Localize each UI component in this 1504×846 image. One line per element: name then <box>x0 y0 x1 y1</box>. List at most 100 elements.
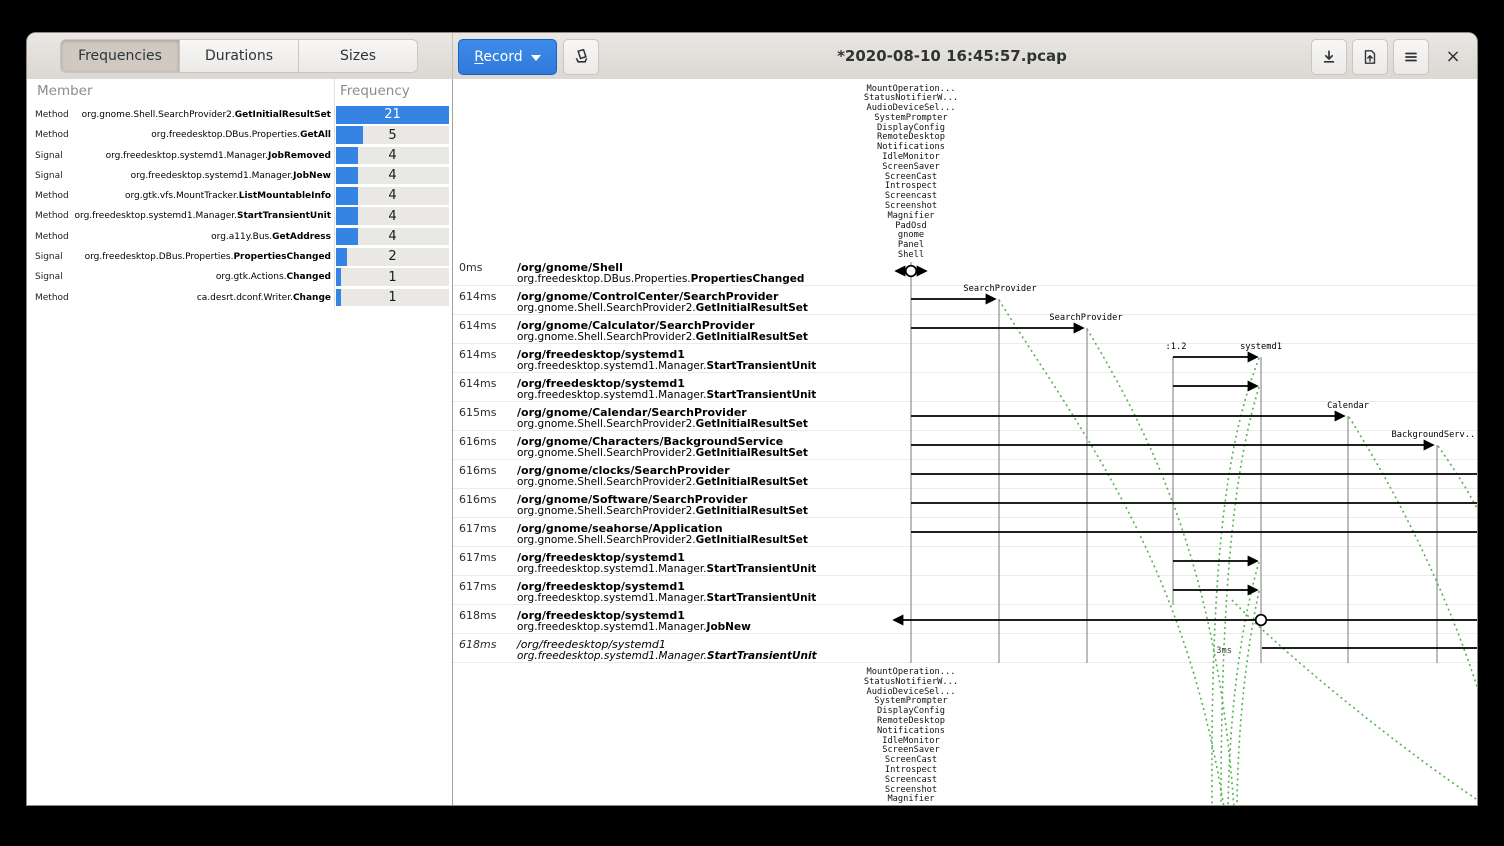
signal-glyphs <box>894 266 1477 648</box>
frequency-cell: 4 <box>336 147 449 165</box>
frequencies-table: Member Frequency Methodorg.gnome.Shell.S… <box>27 79 452 805</box>
screen: FrequenciesDurationsSizes Record *2020-0… <box>0 0 1504 846</box>
frequency-cell: 4 <box>336 167 449 185</box>
event-time: 618ms <box>459 638 496 651</box>
timeline-row[interactable]: 618ms/org/freedesktop/systemd1org.freede… <box>453 638 923 662</box>
event-time: 617ms <box>459 551 496 564</box>
timeline-row[interactable]: 0ms/org/gnome/Shellorg.freedesktop.DBus.… <box>453 261 923 285</box>
timeline-row[interactable]: 615ms/org/gnome/Calendar/SearchProvidero… <box>453 406 923 430</box>
tab-frequencies[interactable]: Frequencies <box>60 39 180 73</box>
event-time: 614ms <box>459 290 496 303</box>
frequency-cell: 5 <box>336 126 449 144</box>
member-kind: Method <box>35 293 69 303</box>
open-file-button[interactable] <box>563 39 599 75</box>
table-row[interactable]: Signalorg.freedesktop.systemd1.Manager.J… <box>27 146 452 166</box>
event-member: org.freedesktop.systemd1.Manager.StartTr… <box>517 360 816 372</box>
timeline-row[interactable]: 617ms/org/freedesktop/systemd1org.freede… <box>453 580 923 604</box>
frequency-value: 4 <box>336 167 449 185</box>
member-name: org.gtk.vfs.MountTracker.ListMountableIn… <box>125 191 331 201</box>
table-row[interactable]: Methodorg.gnome.Shell.SearchProvider2.Ge… <box>27 105 452 125</box>
timeline-row[interactable]: 614ms/org/freedesktop/systemd1org.freede… <box>453 377 923 401</box>
frequency-value: 2 <box>336 248 449 266</box>
bustle-window: FrequenciesDurationsSizes Record *2020-0… <box>27 33 1477 805</box>
timeline-row[interactable]: 616ms/org/gnome/Software/SearchProvidero… <box>453 493 923 517</box>
table-row[interactable]: Method org.gtk.vfs.MountTracker.ListMount… <box>27 186 452 206</box>
content-area: Member Frequency Methodorg.gnome.Shell.S… <box>27 79 1477 805</box>
column-header-member[interactable]: Member <box>37 83 93 99</box>
timeline-row[interactable]: 614ms/org/freedesktop/systemd1org.freede… <box>453 348 923 372</box>
save-as-button[interactable] <box>1352 39 1388 75</box>
frequency-value: 21 <box>336 106 449 124</box>
timeline-row[interactable]: 617ms/org/gnome/seahorse/Applicationorg.… <box>453 522 923 546</box>
event-member: org.gnome.Shell.SearchProvider2.GetIniti… <box>517 418 808 430</box>
tab-durations[interactable]: Durations <box>179 39 299 73</box>
column-header-frequency[interactable]: Frequency <box>340 83 410 99</box>
event-member: org.freedesktop.systemd1.Manager.StartTr… <box>517 650 817 662</box>
member-kind: Signal <box>35 171 63 181</box>
service-name: Magnifier <box>801 795 1021 805</box>
call-arrows <box>911 299 1477 590</box>
event-time: 614ms <box>459 348 496 361</box>
frequency-value: 1 <box>336 268 449 286</box>
menu-button[interactable] <box>1393 39 1429 75</box>
event-time: 617ms <box>459 522 496 535</box>
event-time: 617ms <box>459 580 496 593</box>
frequency-value: 4 <box>336 207 449 225</box>
table-row[interactable]: Method org.a11y.Bus.GetAddress 4 <box>27 227 452 247</box>
timeline-row[interactable]: 618ms/org/freedesktop/systemd1org.freede… <box>453 609 923 633</box>
timeline-row[interactable]: 616ms/org/gnome/clocks/SearchProviderorg… <box>453 464 923 488</box>
timeline-row[interactable]: 617ms/org/freedesktop/systemd1org.freede… <box>453 551 923 575</box>
event-member: org.gnome.Shell.SearchProvider2.GetIniti… <box>517 447 808 459</box>
svg-text:BackgroundServ...: BackgroundServ... <box>1392 430 1477 440</box>
service-name: Shell <box>801 251 1021 261</box>
member-kind: Method <box>35 232 69 242</box>
save-as-icon <box>1362 49 1378 65</box>
member-kind: Method <box>35 191 69 201</box>
record-button[interactable]: Record <box>458 39 557 75</box>
lifelines <box>911 262 1437 663</box>
event-time: 618ms <box>459 609 496 622</box>
table-row[interactable]: Methodca.desrt.dconf.Writer.Change1 <box>27 288 452 308</box>
svg-text:systemd1: systemd1 <box>1240 342 1282 352</box>
frequency-cell: 2 <box>336 248 449 266</box>
event-member: org.freedesktop.systemd1.Manager.JobNew <box>517 621 751 633</box>
svg-text:SearchProvider: SearchProvider <box>963 284 1036 294</box>
member-kind: Signal <box>35 252 63 262</box>
table-row[interactable]: Methodorg.freedesktop.systemd1.Manager.S… <box>27 206 452 226</box>
table-header: Member Frequency <box>27 79 452 105</box>
tab-sizes[interactable]: Sizes <box>298 39 418 73</box>
event-time: 0ms <box>459 261 482 274</box>
event-member: org.freedesktop.systemd1.Manager.StartTr… <box>517 563 816 575</box>
member-kind: Method <box>35 130 69 140</box>
close-button[interactable]: × <box>1437 39 1469 73</box>
timeline-row[interactable]: 614ms/org/gnome/Calculator/SearchProvide… <box>453 319 923 343</box>
save-button[interactable] <box>1311 39 1347 75</box>
frequency-value: 5 <box>336 126 449 144</box>
event-member: org.gnome.Shell.SearchProvider2.GetIniti… <box>517 331 808 343</box>
frequency-value: 1 <box>336 289 449 307</box>
event-member: org.gnome.Shell.SearchProvider2.GetIniti… <box>517 476 808 488</box>
frequency-cell: 4 <box>336 228 449 246</box>
member-name: org.freedesktop.systemd1.Manager.JobNew <box>131 171 331 181</box>
svg-text::1.2: :1.2 <box>1166 342 1187 352</box>
record-button-label: Record <box>474 49 522 65</box>
table-row[interactable]: Signal org.freedesktop.systemd1.Manager.J… <box>27 166 452 186</box>
table-row[interactable]: Signalorg.freedesktop.DBus.Properties.Pr… <box>27 247 452 267</box>
event-member: org.freedesktop.DBus.Properties.Properti… <box>517 273 804 285</box>
bus-services-bottom: MountOperation...StatusNotifierW...Audio… <box>801 668 1021 805</box>
member-name: org.gnome.Shell.SearchProvider2.GetIniti… <box>82 110 331 120</box>
view-switcher: FrequenciesDurationsSizes <box>60 39 418 73</box>
event-member: org.freedesktop.systemd1.Manager.StartTr… <box>517 389 816 401</box>
table-row[interactable]: Methodorg.freedesktop.DBus.Properties.Ge… <box>27 125 452 145</box>
frequency-cell: 1 <box>336 268 449 286</box>
member-name: org.a11y.Bus.GetAddress <box>211 232 331 242</box>
table-row[interactable]: Signal org.gtk.Actions.Changed 1 <box>27 267 452 287</box>
timeline-row[interactable]: 616ms/org/gnome/Characters/BackgroundSer… <box>453 435 923 459</box>
event-time: 615ms <box>459 406 496 419</box>
frequency-cell: 1 <box>336 289 449 307</box>
timeline-row[interactable]: 614ms/org/gnome/ControlCenter/SearchProv… <box>453 290 923 314</box>
frequency-cell: 4 <box>336 207 449 225</box>
sequence-diagram-panel: MountOperation...StatusNotifierW...Audio… <box>453 79 1477 805</box>
member-kind: Signal <box>35 272 63 282</box>
member-name: org.gtk.Actions.Changed <box>216 272 331 282</box>
